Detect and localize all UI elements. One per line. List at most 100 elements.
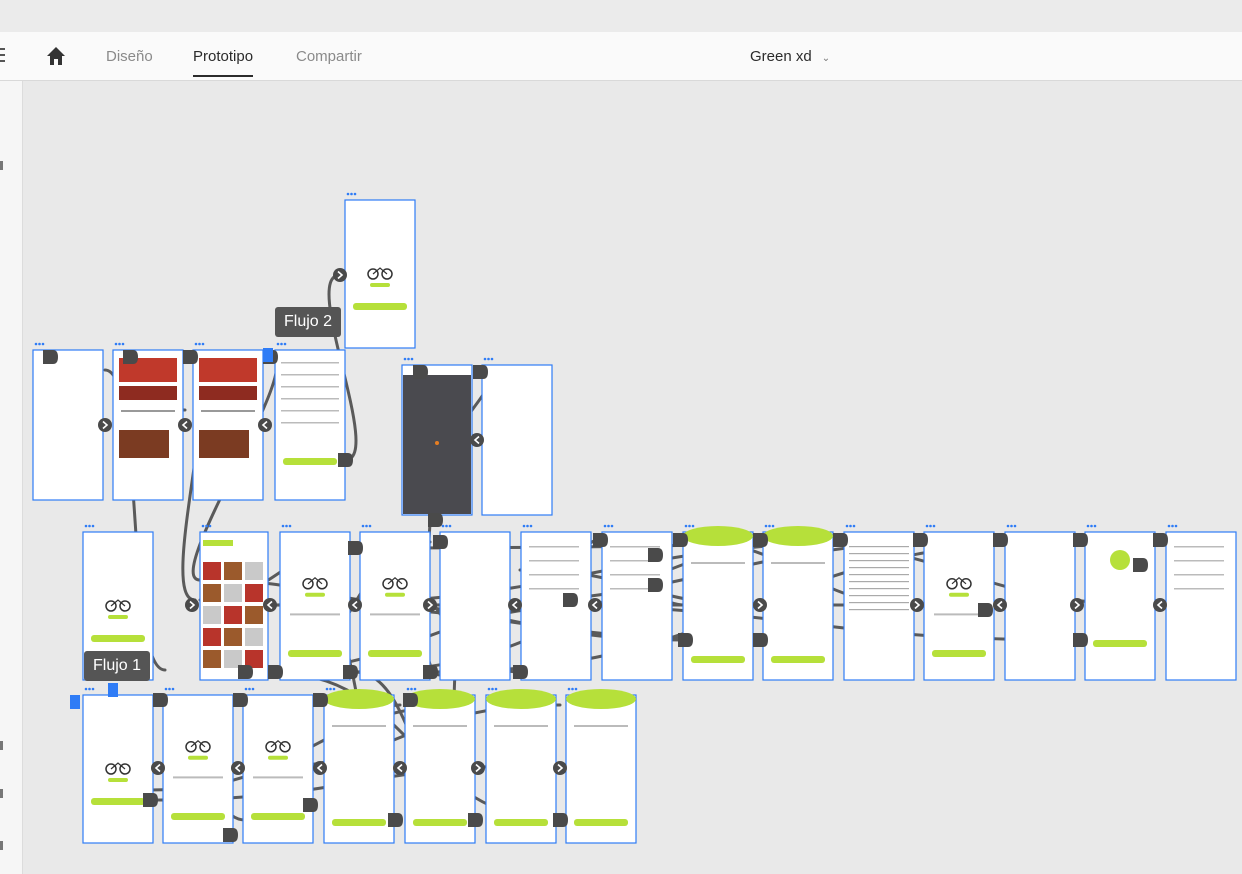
- artboard-menu-dot: [445, 524, 448, 528]
- text-line: [574, 725, 628, 727]
- flow-start-marker: [70, 695, 80, 709]
- artboard-menu-dot: [346, 192, 350, 196]
- artboard-menu-dot: [567, 687, 571, 691]
- connection-handle: [338, 453, 353, 467]
- artboard-menu-dot: [325, 687, 329, 691]
- connection-handle: [563, 593, 578, 607]
- artboard-menu-dot: [201, 342, 205, 346]
- artboard: [32, 342, 104, 501]
- artboard-menu-dot: [441, 524, 445, 528]
- connection-arrow-icon: [151, 761, 165, 775]
- list-row: [1174, 574, 1224, 576]
- artboard-menu-dot: [688, 524, 691, 528]
- home-icon[interactable]: [44, 44, 68, 68]
- artboard-menu-dot: [1090, 524, 1093, 528]
- form-field: [281, 362, 339, 364]
- text-line: [494, 725, 548, 727]
- artboard: [323, 687, 395, 844]
- artboard: [242, 687, 314, 844]
- tab-share[interactable]: Compartir: [296, 48, 362, 65]
- connection-handle: [183, 350, 198, 364]
- product-image: [199, 358, 257, 382]
- artboard: [404, 687, 476, 844]
- connection-handle: [43, 350, 58, 364]
- connection-handle: [833, 533, 848, 547]
- connection-handle: [913, 533, 928, 547]
- connection-arrow-icon: [423, 598, 437, 612]
- connection-handle: [753, 533, 768, 547]
- connection-handle: [238, 665, 253, 679]
- artboard-menu-dot: [91, 524, 95, 528]
- connection-arrow-icon: [553, 761, 567, 775]
- artboard-menu-dot: [84, 687, 88, 691]
- connection-handle: [513, 665, 528, 679]
- connection-handle: [348, 541, 363, 555]
- artboard: [401, 357, 473, 516]
- connection-arrow-icon: [98, 418, 112, 432]
- connection-handle: [593, 533, 608, 547]
- grid-thumbnail: [245, 562, 263, 580]
- flow-label-1[interactable]: Flujo 1: [84, 651, 151, 681]
- artboard-menu-dot: [1010, 524, 1013, 528]
- primary-button: [368, 650, 422, 657]
- list-row: [529, 560, 579, 562]
- form-field: [281, 422, 339, 424]
- artboard-frame: [162, 694, 234, 844]
- grid-thumbnail: [203, 584, 221, 602]
- connection-handle: [433, 535, 448, 549]
- header-accent: [683, 526, 753, 546]
- prototype-canvas[interactable]: Flujo 2 Flujo 1: [23, 81, 1242, 874]
- tab-prototype[interactable]: Prototipo: [193, 48, 254, 77]
- connection-handle: [1073, 533, 1088, 547]
- grid-thumbnail: [224, 628, 242, 646]
- connection-arrow-icon: [753, 598, 767, 612]
- text-line: [771, 562, 825, 564]
- connection-handle: [238, 665, 253, 679]
- artboard-menu-dot: [607, 524, 610, 528]
- form-field: [281, 410, 339, 412]
- artboard-menu-dot: [368, 524, 372, 528]
- connection-handle: [978, 603, 993, 617]
- connection-handle: [473, 365, 488, 379]
- connection-handle: [123, 350, 138, 364]
- document-title-dropdown[interactable]: Green xd ⌄: [750, 48, 830, 65]
- artboard: [162, 687, 234, 844]
- connection-handle: [1073, 533, 1088, 547]
- primary-button: [691, 656, 745, 663]
- connection-handle: [1133, 558, 1148, 572]
- flow-label-2[interactable]: Flujo 2: [275, 307, 342, 337]
- connection-arrow-icon: [178, 418, 192, 432]
- connection-arrow-icon: [470, 433, 484, 447]
- connection-handle: [388, 813, 403, 827]
- connection-arrow-icon: [470, 433, 484, 447]
- artboard-menu-dot: [114, 342, 118, 346]
- logo-wordmark-shape: [108, 615, 128, 619]
- connection-handle: [678, 633, 693, 647]
- tab-design[interactable]: Diseño: [106, 48, 153, 65]
- artboard-menu-dot: [487, 357, 490, 361]
- artboard-menu-dot: [771, 524, 775, 528]
- artboard-menu-dot: [201, 524, 205, 528]
- artboard-menu-dot: [849, 524, 852, 528]
- artboard-menu-dot: [244, 687, 248, 691]
- connection-handle: [978, 603, 993, 617]
- list-row: [1174, 546, 1224, 548]
- form-field: [281, 398, 339, 400]
- grid-thumbnail: [245, 584, 263, 602]
- hamburger-menu-icon[interactable]: [0, 48, 6, 64]
- connection-handle: [343, 665, 358, 679]
- connection-handle: [143, 793, 158, 807]
- connection-arrow-icon: [993, 598, 1007, 612]
- artboard-menu-dot: [491, 687, 494, 691]
- connection-handle: [403, 693, 418, 707]
- artboard: [82, 687, 154, 844]
- artboard-menu-dot: [1171, 524, 1174, 528]
- text-line: [849, 595, 909, 597]
- artboard: [1165, 524, 1237, 681]
- grid-thumbnail: [224, 606, 242, 624]
- artboard: [923, 524, 995, 681]
- artboard-menu-dot: [288, 524, 292, 528]
- connection-handle: [43, 350, 58, 364]
- avatar: [1110, 550, 1130, 570]
- connection-arrow-icon: [313, 761, 327, 775]
